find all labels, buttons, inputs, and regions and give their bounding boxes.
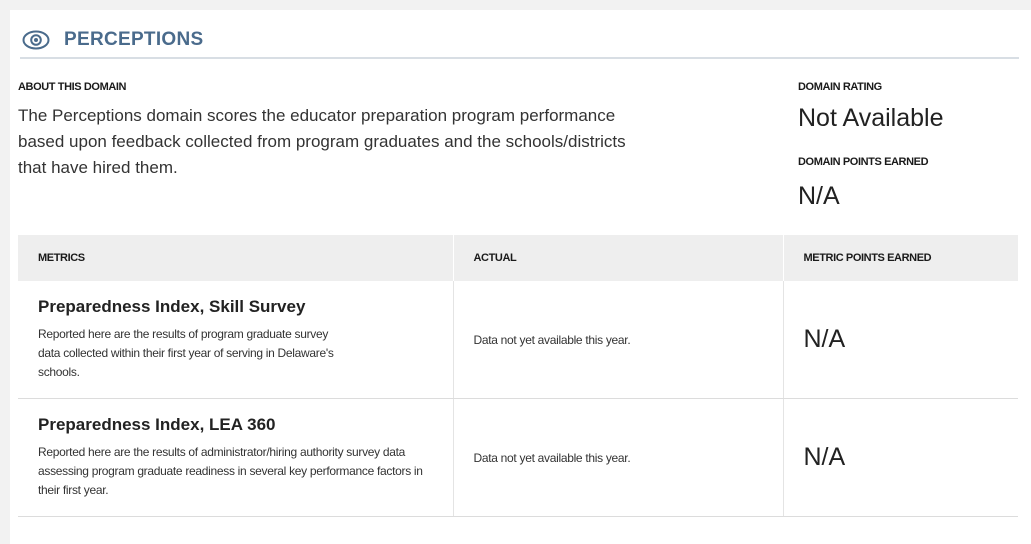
header-divider [20,57,1019,59]
metric-name: Preparedness Index, LEA 360 [38,415,276,434]
table-row: Preparedness Index, LEA 360 Reported her… [18,398,1018,517]
points-cell: N/A [783,281,1018,399]
domain-points-label: DOMAIN POINTS EARNED [798,156,929,168]
metric-name: Preparedness Index, Skill Survey [38,297,306,316]
metrics-table: METRICS ACTUAL METRIC POINTS EARNED Prep… [18,235,1018,517]
metric-cell: Preparedness Index, Skill Survey Reporte… [18,281,454,399]
metric-description: Reported here are the results of adminis… [38,445,423,497]
metric-cell: Preparedness Index, LEA 360 Reported her… [18,398,454,517]
column-header-actual: ACTUAL [453,235,784,281]
metric-points-value: N/A [803,325,846,353]
column-header-metrics: METRICS [18,235,454,281]
actual-cell: Data not yet available this year. [453,281,784,399]
domain-rating-label: DOMAIN RATING [798,81,882,93]
section-header: PERCEPTIONS [22,24,204,56]
domain-points-value: N/A [798,182,840,210]
table-row: Preparedness Index, Skill Survey Reporte… [18,281,1018,399]
metric-points-value: N/A [803,443,846,471]
actual-value: Data not yet available this year. [473,450,631,465]
section-title: PERCEPTIONS [64,29,204,50]
points-cell: N/A [783,398,1018,517]
actual-value: Data not yet available this year. [473,332,631,347]
metric-description: Reported here are the results of program… [38,327,334,379]
actual-cell: Data not yet available this year. [453,398,784,517]
about-domain-label: ABOUT THIS DOMAIN [18,81,127,93]
domain-rating-value: Not Available [798,104,944,132]
eye-icon [22,30,50,50]
table-header-row: METRICS ACTUAL METRIC POINTS EARNED [18,235,1018,281]
about-domain-text: The Perceptions domain scores the educat… [18,106,626,177]
column-header-metric-points: METRIC POINTS EARNED [783,235,1018,281]
perceptions-card: PERCEPTIONS ABOUT THIS DOMAIN The Percep… [10,10,1031,544]
